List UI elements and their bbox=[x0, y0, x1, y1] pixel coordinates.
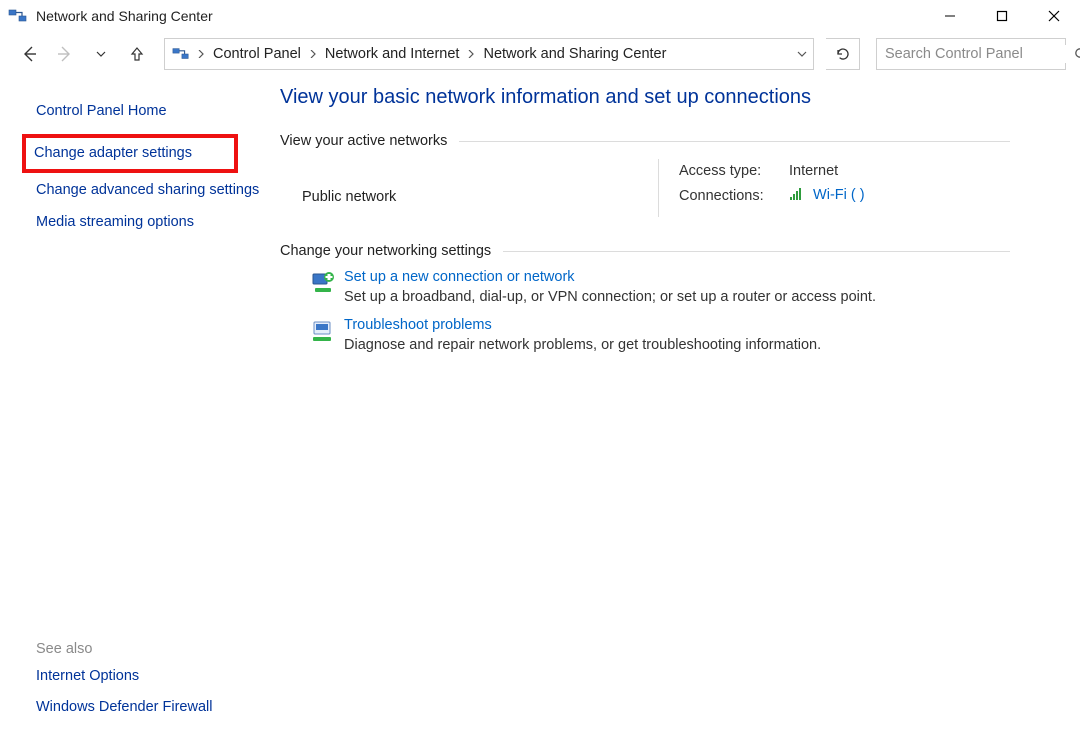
recent-locations-dropdown[interactable] bbox=[86, 39, 116, 69]
back-button[interactable] bbox=[14, 39, 44, 69]
chevron-right-icon[interactable] bbox=[463, 39, 479, 69]
breadcrumb-control-panel[interactable]: Control Panel bbox=[209, 46, 305, 62]
close-button[interactable] bbox=[1028, 0, 1080, 32]
maximize-button[interactable] bbox=[976, 0, 1028, 32]
section-divider bbox=[459, 141, 1010, 142]
access-type-label: Access type: bbox=[679, 163, 789, 179]
breadcrumb[interactable]: Control Panel Network and Internet Netwo… bbox=[164, 38, 814, 70]
change-settings-label: Change your networking settings bbox=[280, 243, 491, 259]
troubleshoot-link[interactable]: Troubleshoot problems bbox=[344, 317, 492, 333]
sidebar-change-advanced-sharing[interactable]: Change advanced sharing settings bbox=[36, 181, 262, 201]
network-center-icon bbox=[169, 42, 193, 66]
setup-new-connection-item: Set up a new connection or network Set u… bbox=[304, 269, 1010, 305]
active-networks-label: View your active networks bbox=[280, 133, 447, 149]
sidebar-media-streaming-options[interactable]: Media streaming options bbox=[36, 213, 262, 233]
section-divider bbox=[503, 251, 1010, 252]
window-titlebar: Network and Sharing Center bbox=[0, 0, 1080, 32]
sidebar-internet-options[interactable]: Internet Options bbox=[36, 667, 262, 687]
search-input[interactable] bbox=[883, 45, 1074, 63]
connections-label: Connections: bbox=[679, 188, 789, 204]
window-title: Network and Sharing Center bbox=[36, 8, 213, 24]
network-category: Public network bbox=[302, 189, 652, 205]
sidebar-windows-defender-firewall[interactable]: Windows Defender Firewall bbox=[36, 698, 262, 718]
main-content: View your basic network information and … bbox=[262, 76, 1080, 742]
breadcrumb-network-and-internet[interactable]: Network and Internet bbox=[321, 46, 464, 62]
wifi-signal-icon bbox=[789, 187, 805, 205]
search-box[interactable] bbox=[876, 38, 1066, 70]
minimize-button[interactable] bbox=[924, 0, 976, 32]
vertical-divider bbox=[658, 159, 659, 217]
troubleshoot-item: Troubleshoot problems Diagnose and repai… bbox=[304, 317, 1010, 353]
up-button[interactable] bbox=[122, 39, 152, 69]
new-connection-icon bbox=[304, 269, 344, 305]
sidebar-change-adapter-settings[interactable]: Change adapter settings bbox=[34, 144, 226, 164]
see-also-label: See also bbox=[36, 641, 262, 657]
navigation-toolbar: Control Panel Network and Internet Netwo… bbox=[0, 32, 1080, 76]
setup-new-connection-desc: Set up a broadband, dial-up, or VPN conn… bbox=[344, 289, 1010, 305]
troubleshoot-desc: Diagnose and repair network problems, or… bbox=[344, 337, 1010, 353]
chevron-right-icon[interactable] bbox=[305, 39, 321, 69]
forward-button[interactable] bbox=[50, 39, 80, 69]
troubleshoot-icon bbox=[304, 317, 344, 353]
address-history-dropdown[interactable] bbox=[791, 39, 813, 69]
sidebar-control-panel-home[interactable]: Control Panel Home bbox=[36, 102, 262, 122]
connection-link[interactable]: Wi-Fi ( ) bbox=[813, 187, 865, 203]
sidebar: Control Panel Home Change adapter settin… bbox=[0, 76, 262, 742]
setup-new-connection-link[interactable]: Set up a new connection or network bbox=[344, 269, 575, 285]
search-icon[interactable] bbox=[1074, 44, 1080, 64]
refresh-button[interactable] bbox=[826, 38, 860, 70]
active-network-block: Public network Access type: Internet Con… bbox=[302, 159, 1010, 217]
access-type-value: Internet bbox=[789, 163, 838, 179]
highlight-annotation: Change adapter settings bbox=[22, 134, 238, 174]
page-heading: View your basic network information and … bbox=[280, 86, 1010, 109]
breadcrumb-network-sharing-center[interactable]: Network and Sharing Center bbox=[479, 46, 670, 62]
network-center-icon bbox=[8, 6, 28, 26]
chevron-right-icon[interactable] bbox=[193, 39, 209, 69]
